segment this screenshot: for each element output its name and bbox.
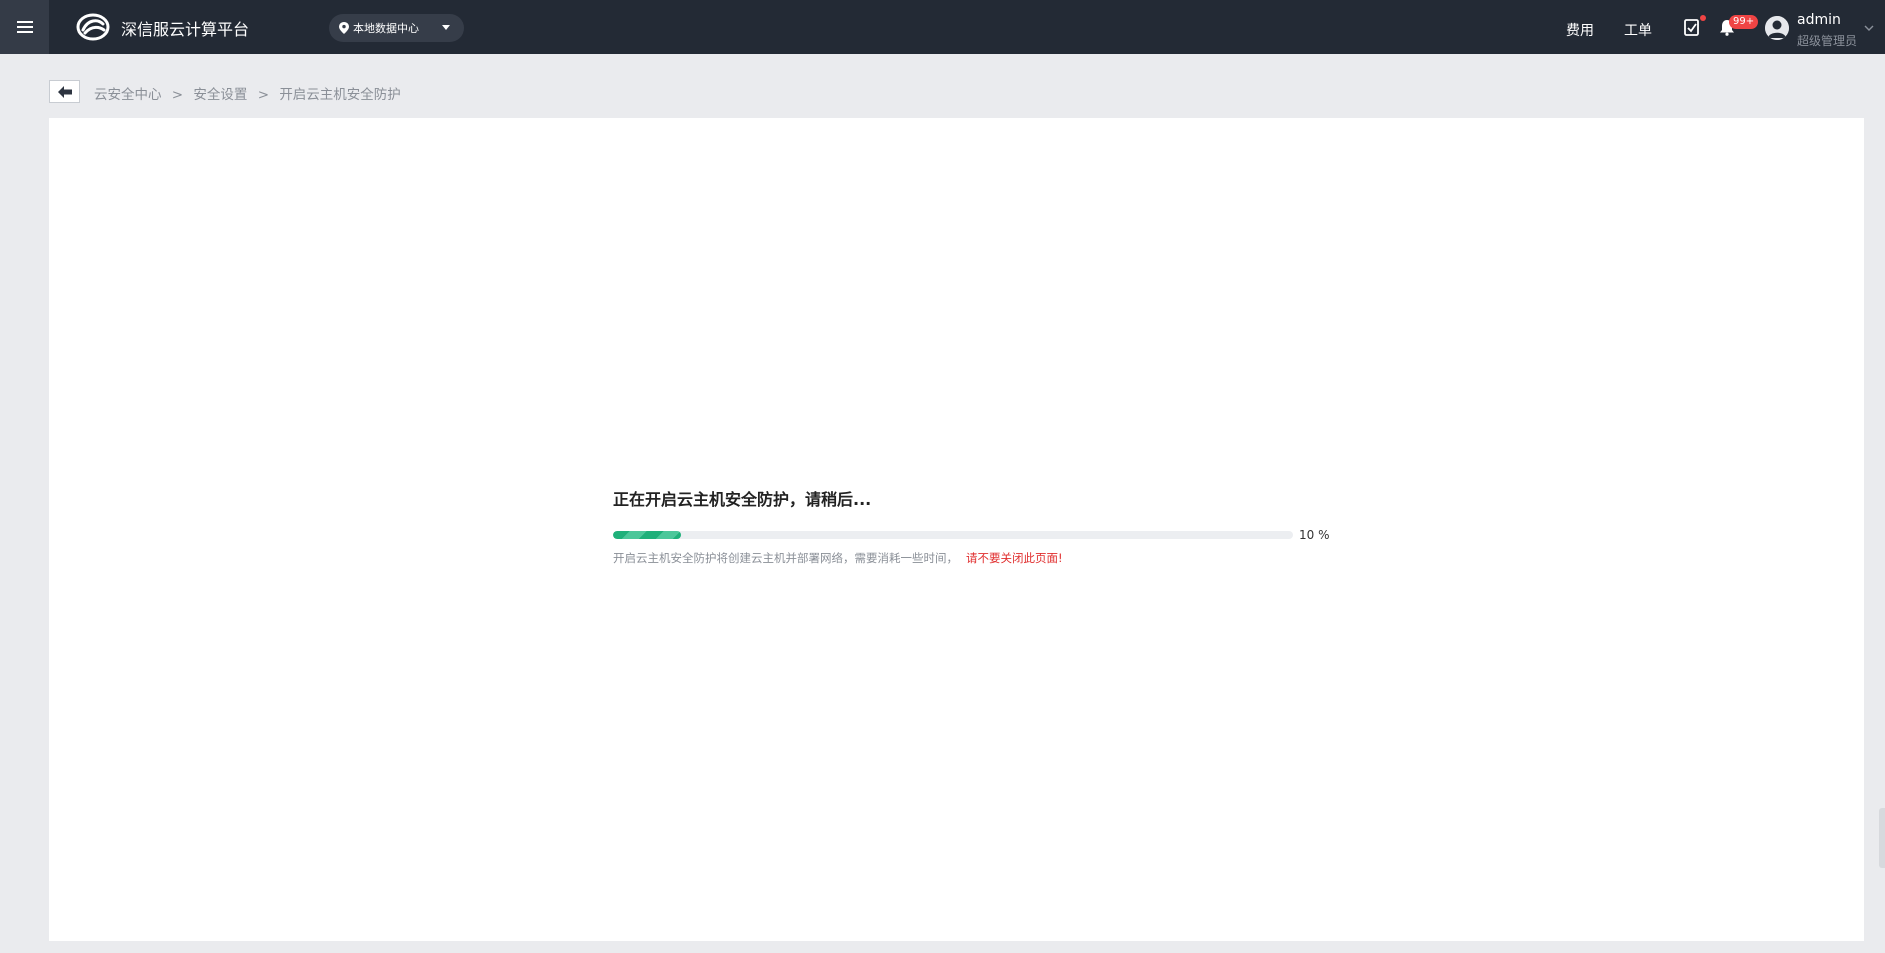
caret-down-icon bbox=[442, 25, 450, 30]
task-report-icon[interactable] bbox=[1684, 19, 1700, 36]
progress-note: 开启云主机安全防护将创建云主机并部署网络，需要消耗一些时间， 请不要关闭此页面! bbox=[613, 550, 1063, 566]
breadcrumb-separator: > bbox=[257, 87, 270, 103]
breadcrumb-item-security-center[interactable]: 云安全中心 bbox=[94, 87, 162, 103]
chevron-down-icon[interactable] bbox=[1864, 25, 1874, 31]
user-avatar[interactable] bbox=[1765, 16, 1789, 40]
progress-title: 正在开启云主机安全防护，请稍后... bbox=[613, 490, 872, 509]
task-alert-dot bbox=[1700, 15, 1706, 21]
breadcrumb-separator: > bbox=[171, 87, 184, 103]
progress-warning: 请不要关闭此页面! bbox=[966, 551, 1063, 565]
breadcrumb-item-security-settings[interactable]: 安全设置 bbox=[193, 87, 247, 103]
back-button[interactable] bbox=[49, 80, 80, 103]
breadcrumb-item-current: 开启云主机安全防护 bbox=[279, 87, 401, 103]
progress-note-text: 开启云主机安全防护将创建云主机并部署网络，需要消耗一些时间， bbox=[613, 551, 958, 565]
arrow-left-icon bbox=[57, 85, 72, 98]
main-content-panel bbox=[49, 118, 1864, 941]
progress-bar bbox=[613, 531, 1293, 539]
menu-icon bbox=[16, 21, 33, 33]
user-role: 超级管理员 bbox=[1797, 34, 1858, 48]
progress-bar-fill bbox=[613, 531, 681, 539]
fees-link[interactable]: 费用 bbox=[1566, 20, 1594, 40]
datacenter-selector[interactable]: 本地数据中心 bbox=[329, 14, 464, 42]
breadcrumb: 云安全中心 > 安全设置 > 开启云主机安全防护 bbox=[94, 83, 401, 103]
progress-percent: 10 % bbox=[1299, 528, 1330, 542]
brand-logo-icon bbox=[76, 13, 110, 41]
tickets-link[interactable]: 工单 bbox=[1624, 20, 1652, 40]
top-navigation-bar: 深信服云计算平台 本地数据中心 费用 工单 99+ admin 超级管理员 bbox=[0, 0, 1885, 54]
hamburger-menu-button[interactable] bbox=[0, 0, 49, 54]
location-pin-icon bbox=[339, 22, 349, 34]
notification-badge: 99+ bbox=[1729, 15, 1759, 29]
side-drawer-handle[interactable] bbox=[1879, 808, 1885, 868]
user-name[interactable]: admin bbox=[1797, 12, 1841, 28]
datacenter-label: 本地数据中心 bbox=[353, 22, 419, 35]
user-avatar-icon bbox=[1765, 16, 1789, 40]
app-title: 深信服云计算平台 bbox=[121, 20, 250, 39]
